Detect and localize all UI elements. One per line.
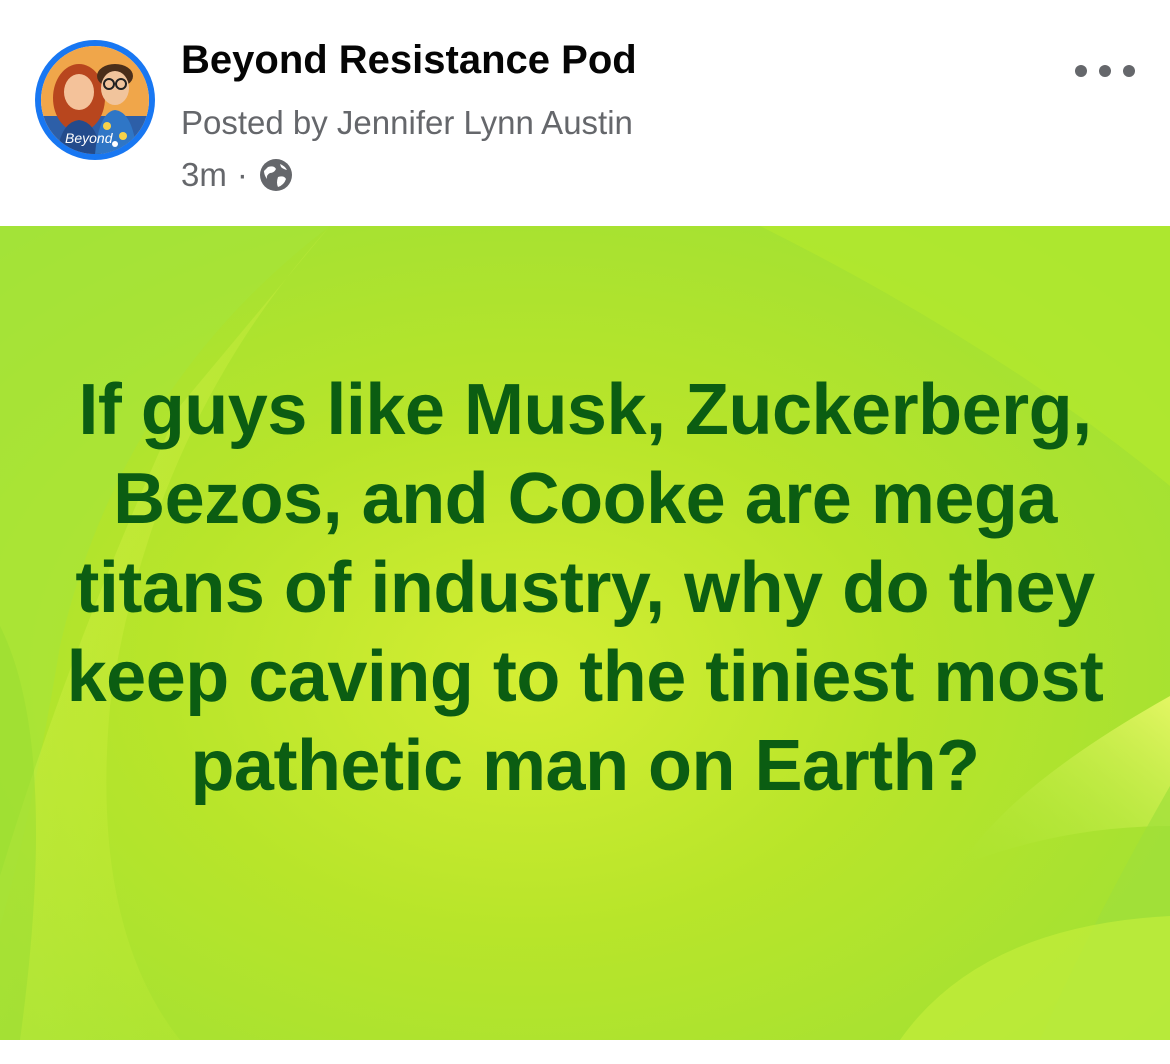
post-background[interactable]: If guys like Musk, Zuckerberg, Bezos, an… [0, 226, 1170, 1040]
avatar-caption: Beyond [65, 130, 113, 146]
post-meta: 3m · [181, 156, 294, 194]
post-header: Beyond Beyond Resistance Pod Posted by J… [0, 0, 1170, 226]
more-options-dot [1123, 65, 1135, 77]
meta-separator: · [236, 156, 248, 193]
avatar-image: Beyond [41, 46, 149, 154]
post-text: If guys like Musk, Zuckerberg, Bezos, an… [66, 370, 1104, 806]
more-options-dot [1099, 65, 1111, 77]
globe-icon[interactable] [258, 157, 294, 193]
more-options-button[interactable] [1075, 54, 1135, 88]
more-options-icon [1075, 65, 1087, 77]
posted-by-label[interactable]: Posted by Jennifer Lynn Austin [181, 104, 633, 142]
page-name-link[interactable]: Beyond Resistance Pod [181, 38, 637, 83]
post-divider [0, 1040, 1170, 1064]
timestamp[interactable]: 3m [181, 156, 227, 194]
page-avatar[interactable]: Beyond [35, 40, 155, 160]
